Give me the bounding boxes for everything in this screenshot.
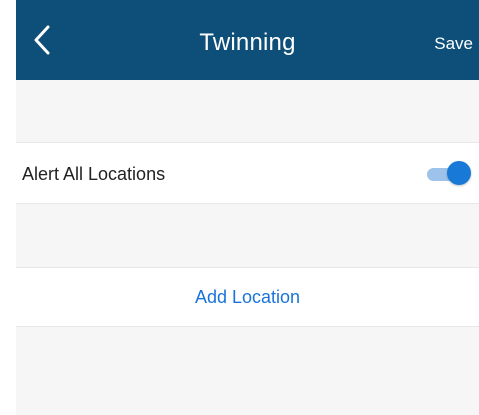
alert-all-locations-row: Alert All Locations (16, 142, 479, 204)
alert-all-locations-label: Alert All Locations (22, 164, 166, 184)
alert-all-locations-toggle[interactable] (423, 161, 471, 185)
save-button[interactable]: Save (434, 33, 473, 55)
section-spacer-bottom (16, 327, 479, 415)
left-gutter (0, 0, 16, 415)
section-spacer-middle (16, 204, 479, 267)
add-location-row[interactable]: Add Location (16, 267, 479, 327)
section-spacer-top (16, 80, 479, 142)
toggle-thumb (447, 161, 471, 185)
twinning-screen: Twinning Save Alert All Locations Add Lo… (0, 0, 479, 415)
page-title: Twinning (199, 29, 296, 56)
top-app-bar: Twinning Save (16, 0, 479, 80)
add-location-button[interactable]: Add Location (195, 286, 300, 308)
